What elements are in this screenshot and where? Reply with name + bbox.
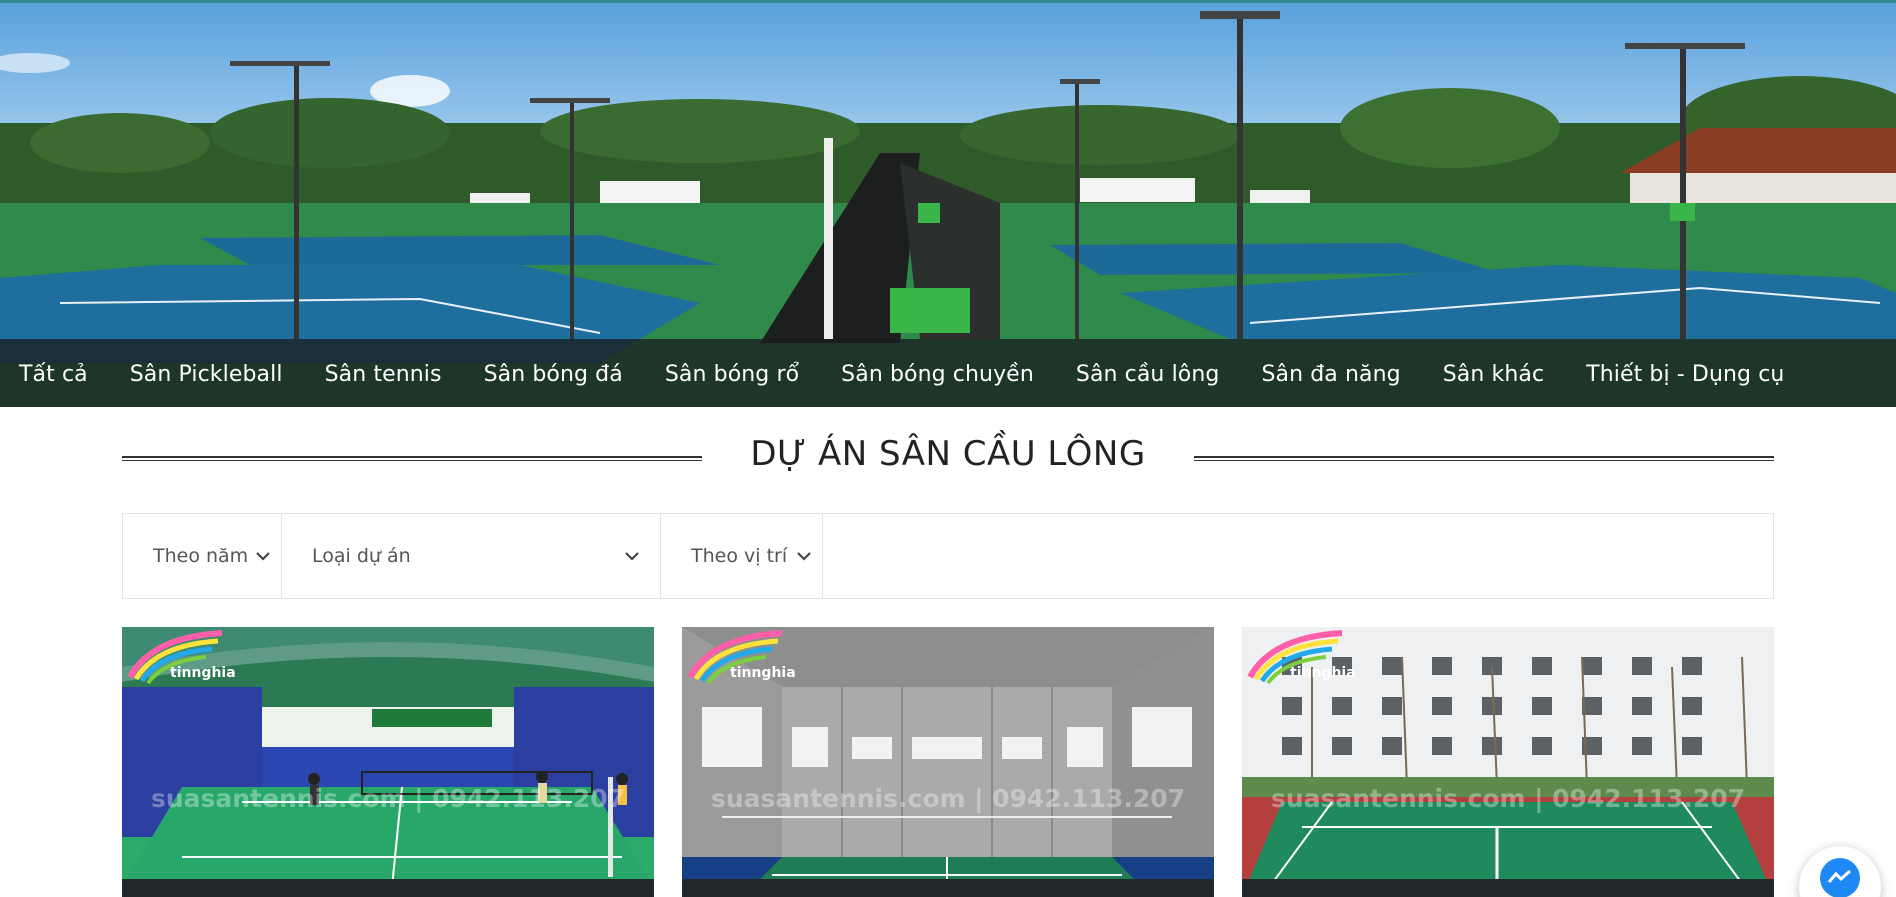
nav-item-pickleball[interactable]: Sân Pickleball <box>130 362 283 387</box>
project-card[interactable]: tinnghia suasantennis.com | 0942.113.207 <box>1242 627 1774 897</box>
logo-text: tinnghia <box>730 665 796 681</box>
messenger-icon <box>1820 858 1860 897</box>
project-grid: tinnghia suasantennis.com | 0942.113.207 <box>122 627 1774 897</box>
watermark-text: suasantennis.com | 0942.113.207 <box>1270 784 1746 813</box>
nav-item-all[interactable]: Tất cả <box>19 362 88 387</box>
filter-location-label: Theo vị trí <box>691 545 788 567</box>
watermark-text: suasantennis.com | 0942.113.207 <box>150 784 626 813</box>
hero-banner: Tất cả Sân Pickleball Sân tennis Sân bón… <box>0 0 1896 407</box>
nav-item-football[interactable]: Sân bóng đá <box>484 362 623 387</box>
nav-item-equipment[interactable]: Thiết bị - Dụng cụ <box>1586 362 1784 387</box>
category-nav: Tất cả Sân Pickleball Sân tennis Sân bón… <box>0 339 1896 407</box>
filter-year-select[interactable]: Theo năm <box>123 514 282 598</box>
nav-item-badminton[interactable]: Sân cầu lông <box>1076 362 1220 387</box>
logo-text: tinnghia <box>1290 665 1356 681</box>
chevron-down-icon <box>625 552 639 561</box>
project-card[interactable]: tinnghia suasantennis.com | 0942.113.207 <box>682 627 1214 897</box>
card-caption-bar <box>122 879 654 897</box>
card-caption-bar <box>1242 879 1774 897</box>
project-card[interactable]: tinnghia suasantennis.com | 0942.113.207 <box>122 627 654 897</box>
nav-item-other[interactable]: Sân khác <box>1443 362 1544 387</box>
section-title: DỰ ÁN SÂN CẦU LÔNG <box>750 434 1146 474</box>
chevron-down-icon <box>256 552 270 561</box>
filter-bar: Theo năm Loại dự án Theo vị trí <box>122 513 1774 599</box>
nav-item-tennis[interactable]: Sân tennis <box>325 362 442 387</box>
logo-text: tinnghia <box>170 665 236 681</box>
watermark-text: suasantennis.com | 0942.113.207 <box>710 784 1186 813</box>
nav-item-basketball[interactable]: Sân bóng rổ <box>665 362 799 387</box>
title-divider-right <box>1194 456 1774 461</box>
card-caption-bar <box>682 879 1214 897</box>
filter-year-label: Theo năm <box>153 545 249 567</box>
title-divider-left <box>122 456 702 461</box>
filter-project-type-label: Loại dự án <box>312 545 411 567</box>
section-header: DỰ ÁN SÂN CẦU LÔNG <box>122 428 1774 488</box>
nav-item-volleyball[interactable]: Sân bóng chuyền <box>841 362 1034 387</box>
filter-project-type-select[interactable]: Loại dự án <box>282 514 661 598</box>
filter-location-select[interactable]: Theo vị trí <box>661 514 823 598</box>
messenger-chat-button[interactable] <box>1799 846 1881 897</box>
nav-item-multipurpose[interactable]: Sân đa năng <box>1261 362 1400 387</box>
chevron-down-icon <box>797 552 811 561</box>
